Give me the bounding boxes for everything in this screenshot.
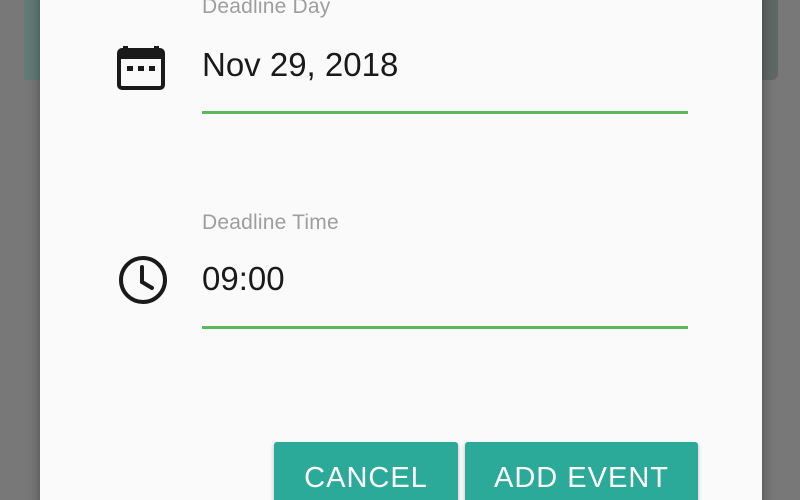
deadline-time-label: Deadline Time	[202, 211, 339, 234]
cancel-button[interactable]: CANCEL	[274, 442, 458, 500]
deadline-time-underline	[202, 326, 688, 329]
calendar-icon[interactable]	[117, 38, 165, 90]
deadline-time-input[interactable]: 09:00	[202, 260, 285, 298]
deadline-day-label: Deadline Day	[202, 0, 331, 18]
clock-icon[interactable]	[117, 254, 167, 306]
deadline-day-underline	[202, 111, 688, 114]
add-event-button[interactable]: ADD EVENT	[465, 442, 698, 500]
deadline-day-input[interactable]: Nov 29, 2018	[202, 46, 398, 84]
add-event-dialog: Deadline Day Nov 29, 2018 Deadline Time …	[40, 0, 762, 500]
